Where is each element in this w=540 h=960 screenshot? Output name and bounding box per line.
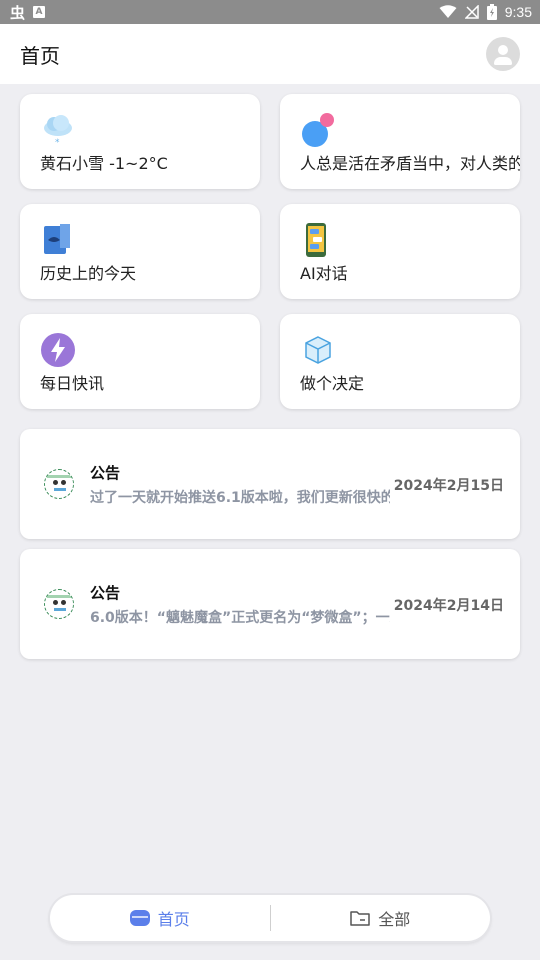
logo-eye-left <box>53 480 58 485</box>
quote-card[interactable]: 人总是活在矛盾当中，对人类的 <box>280 94 520 189</box>
daily-news-label: 每日快讯 <box>40 374 105 393</box>
signal-off-icon <box>464 5 479 19</box>
notice-text: 6.0版本！“魑魅魔盒”正式更名为“梦微盒”；一路前 <box>90 610 390 626</box>
quote-label: 人总是活在矛盾当中，对人类的 <box>300 154 520 173</box>
notice-date: 2024年2月15日 <box>393 478 504 494</box>
logo-band <box>45 595 73 598</box>
app-bar: 首页 <box>0 24 540 84</box>
notification-a-icon: A <box>33 6 46 18</box>
history-card[interactable]: 历史上的今天 <box>20 204 260 299</box>
battery-icon <box>486 4 497 20</box>
weather-card[interactable]: * 黄石小雪 -1~2°C <box>20 94 260 189</box>
app-logo-icon <box>44 469 74 499</box>
notification-bug-icon: 虫 <box>10 3 26 22</box>
weather-label: 黄石小雪 -1~2°C <box>40 154 168 173</box>
ai-chat-phone-icon <box>306 223 326 257</box>
notice-date: 2024年2月14日 <box>393 598 504 614</box>
quote-bubble-icon <box>302 113 334 147</box>
app-logo-icon <box>44 589 74 619</box>
ai-chat-card[interactable]: AI对话 <box>280 204 520 299</box>
logo-mouth <box>54 608 66 611</box>
clock: 9:35 <box>504 4 532 20</box>
weather-snow-cloud-icon: * <box>44 115 72 148</box>
notice-text: 过了一天就开始推送6.1版本啦，我们更新很快的 <box>90 490 390 506</box>
nav-all-label: 全部 <box>378 910 411 929</box>
logo-mouth <box>54 488 66 491</box>
folder-icon <box>350 911 370 926</box>
nav-home-label: 首页 <box>157 910 190 929</box>
logo-eye-right <box>61 480 66 485</box>
logo-eye-left <box>53 600 58 605</box>
avatar[interactable] <box>486 37 520 71</box>
notice-title: 公告 <box>90 464 121 482</box>
page-title: 首页 <box>20 43 60 68</box>
ai-chat-label: AI对话 <box>300 264 348 283</box>
nav-tab-home[interactable]: 首页 <box>50 895 270 941</box>
decision-card[interactable]: 做个决定 <box>280 314 520 409</box>
notice-card[interactable]: 公告 6.0版本！“魑魅魔盒”正式更名为“梦微盒”；一路前 2024年2月14日 <box>20 549 520 659</box>
decision-box-icon <box>305 336 331 364</box>
history-book-icon <box>44 224 70 254</box>
daily-news-card[interactable]: 每日快讯 <box>20 314 260 409</box>
avatar-body <box>494 57 512 65</box>
wifi-icon <box>439 5 457 18</box>
history-label: 历史上的今天 <box>40 264 137 283</box>
notice-title: 公告 <box>90 584 121 602</box>
avatar-head <box>498 45 508 55</box>
lightning-icon <box>41 333 75 367</box>
home-tab-icon <box>129 910 150 926</box>
logo-band <box>45 475 73 478</box>
nav-tab-all[interactable]: 全部 <box>271 895 491 941</box>
decision-label: 做个决定 <box>300 374 365 393</box>
bottom-nav: 首页 全部 <box>50 895 490 941</box>
status-bar-right: 9:35 <box>439 4 532 20</box>
status-bar: 虫 A 9:35 <box>0 0 540 24</box>
status-bar-left: 虫 A <box>10 2 46 23</box>
notice-card[interactable]: 公告 过了一天就开始推送6.1版本啦，我们更新很快的 2024年2月15日 <box>20 429 520 539</box>
logo-eye-right <box>61 600 66 605</box>
svg-text:*: * <box>55 138 60 148</box>
